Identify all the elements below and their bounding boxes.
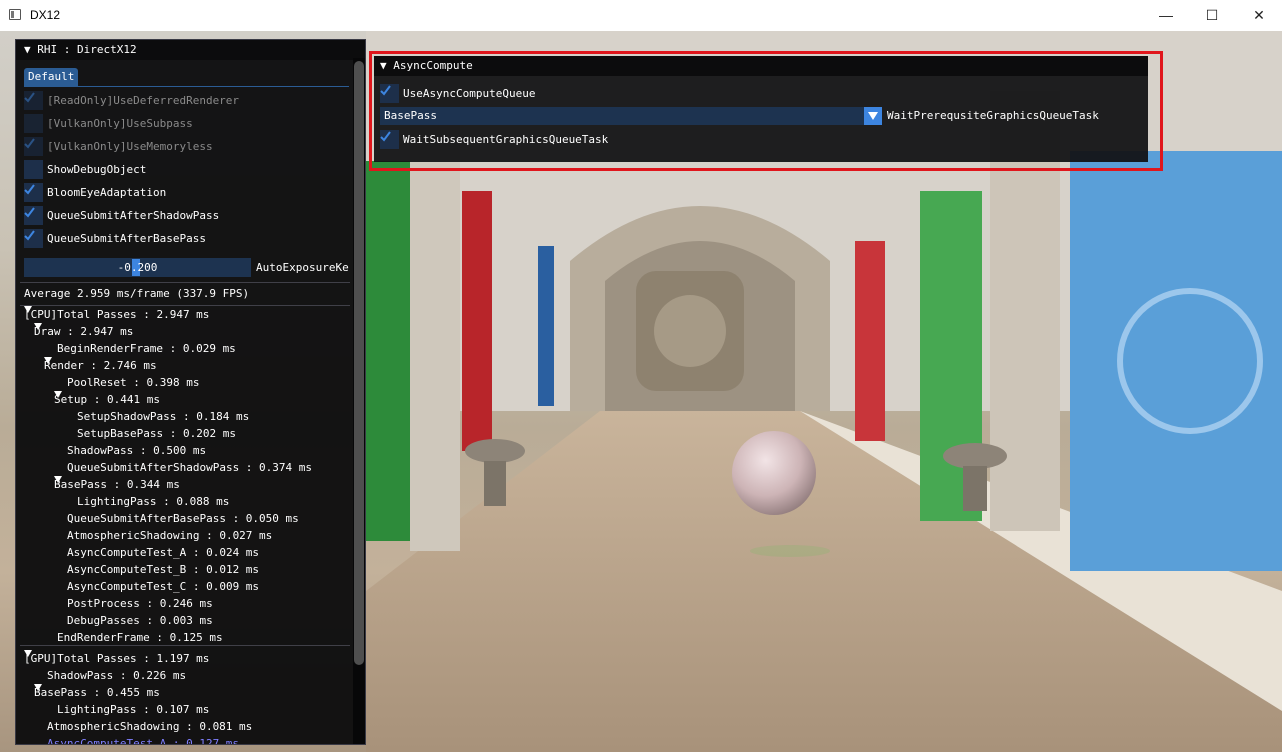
timing-text: BasePass : 0.455 ms [34, 686, 160, 699]
timing-text: LightingPass : 0.088 ms [77, 495, 230, 508]
highlight-box [369, 51, 1163, 171]
timing-text: AsyncComputeTest_C : 0.009 ms [67, 580, 260, 593]
timing-tree-leaf: SetupBasePass : 0.202 ms [77, 425, 236, 442]
timing-tree-leaf: PostProcess : 0.246 ms [67, 595, 213, 612]
timing-text: ShadowPass : 0.500 ms [67, 444, 207, 457]
timing-tree-node[interactable]: Render : 2.746 ms [44, 357, 157, 374]
timing-tree-leaf: AsyncComputeTest_A : 0.127 ms [47, 735, 240, 745]
checkbox-box[interactable] [24, 206, 43, 225]
minimize-button[interactable]: — [1143, 0, 1189, 31]
timing-tree-leaf: LightingPass : 0.107 ms [57, 701, 209, 718]
auto-exposure-slider[interactable]: -0.200 [24, 258, 251, 277]
checkbox-box[interactable] [24, 160, 43, 179]
checkmark-icon [24, 92, 35, 103]
rhi-panel-header[interactable]: ▼ RHI : DirectX12 [16, 40, 365, 60]
timing-text: [CPU]Total Passes : 2.947 ms [24, 308, 210, 321]
tree-expand-icon[interactable] [24, 650, 32, 657]
timing-tree-leaf: AsyncComputeTest_A : 0.024 ms [67, 544, 259, 561]
rhi-panel-scrollbar[interactable] [353, 58, 365, 744]
timing-text: Render : 2.746 ms [44, 359, 157, 372]
checkmark-icon [24, 184, 35, 195]
timing-tree-leaf: AtmosphericShadowing : 0.027 ms [67, 527, 272, 544]
close-button[interactable]: ✕ [1236, 0, 1282, 31]
checkbox-box [24, 114, 43, 133]
timing-tree-node[interactable]: BasePass : 0.344 ms [54, 476, 180, 493]
separator [20, 645, 350, 646]
timing-text: AsyncComputeTest_A : 0.024 ms [67, 546, 260, 559]
timing-tree-node[interactable]: [CPU]Total Passes : 2.947 ms [24, 306, 209, 323]
timing-text: Draw : 2.947 ms [34, 325, 134, 338]
timing-text: Setup : 0.441 ms [54, 393, 160, 406]
tree-expand-icon[interactable] [54, 476, 62, 483]
timing-text: BasePass : 0.344 ms [54, 478, 180, 491]
timing-tree-leaf: AsyncComputeTest_B : 0.012 ms [67, 561, 259, 578]
timing-text: SetupBasePass : 0.202 ms [77, 427, 236, 440]
tab-underline [24, 86, 349, 87]
timing-tree-leaf: PoolReset : 0.398 ms [67, 374, 199, 391]
rhi-panel[interactable]: ▼ RHI : DirectX12 Default [ReadOnly]UseD… [15, 39, 366, 745]
checkbox-label: QueueSubmitAfterShadowPass [47, 209, 220, 222]
timing-tree-leaf: EndRenderFrame : 0.125 ms [57, 629, 223, 646]
app-icon [9, 9, 21, 20]
timing-tree-node[interactable]: [GPU]Total Passes : 1.197 ms [24, 650, 209, 667]
timing-tree-leaf: ShadowPass : 0.500 ms [67, 442, 206, 459]
timing-tree-leaf: QueueSubmitAfterBasePass : 0.050 ms [67, 510, 299, 527]
timing-tree-leaf: ShadowPass : 0.226 ms [47, 667, 186, 684]
checkbox-box[interactable] [24, 183, 43, 202]
timing-tree-leaf: QueueSubmitAfterShadowPass : 0.374 ms [67, 459, 312, 476]
timing-tree-leaf: BeginRenderFrame : 0.029 ms [57, 340, 236, 357]
timing-text: BeginRenderFrame : 0.029 ms [57, 342, 236, 355]
timing-text: AsyncComputeTest_B : 0.012 ms [67, 563, 260, 576]
timing-text: QueueSubmitAfterBasePass : 0.050 ms [67, 512, 299, 525]
timing-tree-node[interactable]: BasePass : 0.455 ms [34, 684, 160, 701]
checkbox-box[interactable] [24, 229, 43, 248]
timing-tree-leaf: AtmosphericShadowing : 0.081 ms [47, 718, 252, 735]
checkbox-label: BloomEyeAdaptation [47, 186, 167, 199]
average-frame-time: Average 2.959 ms/frame (337.9 FPS) [24, 287, 250, 300]
tree-expand-icon[interactable] [54, 391, 62, 398]
tree-expand-icon[interactable] [34, 323, 42, 330]
timing-tree-node[interactable]: Setup : 0.441 ms [54, 391, 160, 408]
checkbox-label: ShowDebugObject [47, 163, 147, 176]
checkmark-icon [24, 207, 35, 218]
timing-text: [GPU]Total Passes : 1.197 ms [24, 652, 210, 665]
maximize-button[interactable]: ☐ [1189, 0, 1235, 31]
timing-text: SetupShadowPass : 0.184 ms [77, 410, 250, 423]
window-title: DX12 [30, 8, 61, 22]
timing-text: AtmosphericShadowing : 0.027 ms [67, 529, 273, 542]
checkbox-label: QueueSubmitAfterBasePass [47, 232, 206, 245]
window-titlebar: DX12 — ☐ ✕ [0, 0, 1282, 31]
timing-text: QueueSubmitAfterShadowPass : 0.374 ms [67, 461, 313, 474]
tree-expand-icon[interactable] [24, 306, 32, 313]
timing-text: DebugPasses : 0.003 ms [67, 614, 213, 627]
tab-default[interactable]: Default [24, 68, 79, 86]
tree-expand-icon[interactable] [44, 357, 52, 364]
timing-tree-leaf: AsyncComputeTest_C : 0.009 ms [67, 578, 259, 595]
timing-text: AsyncComputeTest_A : 0.127 ms [47, 737, 240, 745]
checkbox-label: [VulkanOnly]UseMemoryless [47, 140, 213, 153]
timing-tree-node[interactable]: Draw : 2.947 ms [34, 323, 133, 340]
timing-text: ShadowPass : 0.226 ms [47, 669, 187, 682]
separator [20, 282, 350, 283]
checkmark-icon [24, 138, 35, 149]
slider-label: AutoExposureKe [256, 261, 349, 274]
checkbox-label: [ReadOnly]UseDeferredRenderer [47, 94, 240, 107]
scrollbar-grab[interactable] [354, 61, 364, 665]
timing-text: AtmosphericShadowing : 0.081 ms [47, 720, 253, 733]
checkmark-icon [24, 230, 35, 241]
timing-text: LightingPass : 0.107 ms [57, 703, 210, 716]
timing-tree-leaf: SetupShadowPass : 0.184 ms [77, 408, 249, 425]
timing-tree-leaf: LightingPass : 0.088 ms [77, 493, 229, 510]
checkbox-box [24, 91, 43, 110]
tree-expand-icon[interactable] [34, 684, 42, 691]
timing-text: PoolReset : 0.398 ms [67, 376, 200, 389]
timing-text: PostProcess : 0.246 ms [67, 597, 213, 610]
checkbox-box [24, 137, 43, 156]
slider-value: -0.200 [117, 261, 158, 274]
timing-tree-leaf: DebugPasses : 0.003 ms [67, 612, 213, 629]
timing-text: EndRenderFrame : 0.125 ms [57, 631, 223, 644]
checkbox-label: [VulkanOnly]UseSubpass [47, 117, 193, 130]
